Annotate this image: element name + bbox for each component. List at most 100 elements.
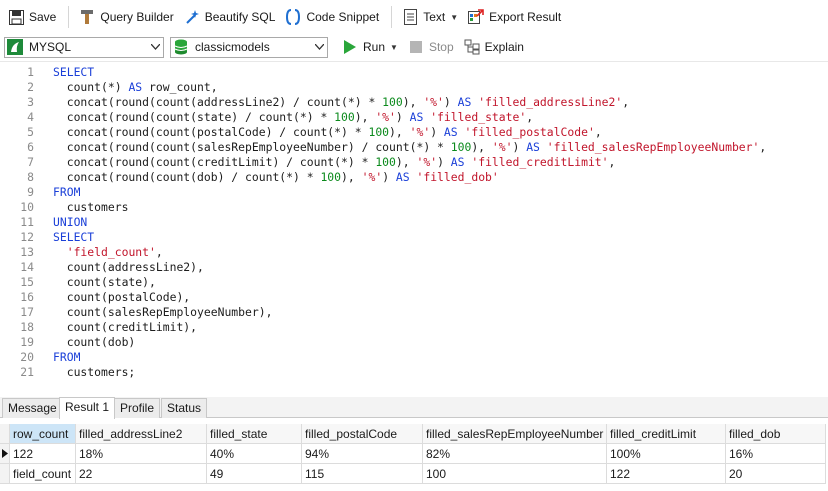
code-snippet-button[interactable]: Code Snippet (281, 4, 383, 30)
table-row[interactable]: field_count 22 49 115 100 122 20 (0, 464, 828, 484)
line-number: 15 (20, 275, 34, 289)
result-tab-bar: Message Result 1 Profile Status (0, 397, 828, 419)
line-number: 21 (20, 365, 34, 379)
magic-wand-icon (184, 9, 200, 25)
column-header[interactable]: filled_postalCode (302, 424, 423, 444)
code-line: count(state), (53, 275, 156, 289)
line-number: 9 (27, 185, 34, 199)
explain-button[interactable]: Explain (460, 34, 528, 60)
result-grid: row_count filled_addressLine2 filled_sta… (0, 419, 828, 491)
line-number: 8 (27, 170, 34, 184)
stop-button[interactable]: Stop (404, 34, 458, 60)
code-line: concat(round(count(creditLimit) / count(… (53, 155, 616, 169)
code-line: SELECT (53, 65, 95, 79)
column-header[interactable]: filled_dob (726, 424, 826, 444)
document-icon (402, 9, 418, 25)
tab-result-1[interactable]: Result 1 (59, 397, 116, 419)
table-cell[interactable]: 16% (726, 444, 826, 464)
text-output-label: Text (423, 10, 446, 24)
export-result-label: Export Result (489, 10, 562, 24)
main-toolbar: Save Query Builder Beautify SQL Code Sni… (0, 0, 828, 34)
line-number: 12 (20, 230, 34, 244)
row-marker (0, 464, 10, 484)
export-result-button[interactable]: Export Result (464, 4, 565, 30)
export-icon (468, 9, 484, 25)
code-line: concat(round(count(dob) / count(*) * 100… (53, 170, 499, 184)
server-value: MYSQL (29, 40, 72, 54)
code-line: count(creditLimit), (53, 320, 198, 334)
chevron-down-icon: ▼ (390, 42, 398, 52)
beautify-sql-button[interactable]: Beautify SQL (180, 4, 280, 30)
explain-icon (464, 39, 480, 55)
line-number: 18 (20, 320, 34, 334)
brackets-icon (285, 9, 301, 25)
table-cell[interactable]: 82% (423, 444, 607, 464)
table-cell[interactable]: 20 (726, 464, 826, 484)
code-line: FROM (53, 350, 81, 364)
database-icon (173, 39, 189, 55)
column-header[interactable]: filled_salesRepEmployeeNumber (423, 424, 607, 444)
connection-toolbar: MYSQL classicmodels Run ▼ Stop Explain (0, 34, 828, 60)
toolbar-divider (391, 6, 393, 28)
code-line: customers (53, 200, 129, 214)
grid-header-row: row_count filled_addressLine2 filled_sta… (0, 424, 828, 444)
query-builder-button[interactable]: Query Builder (75, 4, 177, 30)
code-line: count(postalCode), (53, 290, 191, 304)
column-header[interactable]: filled_creditLimit (607, 424, 726, 444)
line-number: 3 (27, 95, 34, 109)
run-button[interactable]: Run ▼ (338, 34, 402, 60)
line-number: 5 (27, 125, 34, 139)
table-cell[interactable]: 115 (302, 464, 423, 484)
table-cell[interactable]: 40% (207, 444, 302, 464)
table-cell[interactable]: 122 (10, 444, 76, 464)
explain-label: Explain (484, 40, 524, 54)
current-row-arrow-icon (0, 444, 10, 464)
chevron-down-icon: ▼ (450, 12, 459, 22)
query-builder-label: Query Builder (100, 10, 174, 24)
column-header[interactable]: row_count (10, 424, 76, 444)
server-select[interactable]: MYSQL (4, 36, 164, 58)
table-cell[interactable]: 94% (302, 444, 423, 464)
table-row[interactable]: 122 18% 40% 94% 82% 100% 16% (0, 444, 828, 464)
hammer-icon (79, 9, 95, 25)
column-header[interactable]: filled_state (207, 424, 302, 444)
sql-editor[interactable]: 1 2 3 4 5 6 7 8 9 10 11 12 13 14 15 16 17 18 19 20 21 SELECT… (0, 61, 828, 394)
table-cell[interactable]: field_count (10, 464, 76, 484)
line-number: 4 (27, 110, 34, 124)
row-header-corner (0, 424, 10, 444)
column-header[interactable]: filled_addressLine2 (76, 424, 207, 444)
text-output-button[interactable]: Text ▼ (398, 4, 462, 30)
tab-status[interactable]: Status (161, 398, 208, 418)
line-number: 1 (27, 65, 34, 79)
line-number: 13 (20, 245, 34, 259)
table-cell[interactable]: 100 (423, 464, 607, 484)
database-select[interactable]: classicmodels (170, 36, 328, 58)
code-line: concat(round(count(postalCode) / count(*… (53, 125, 602, 139)
code-line: 'field_count', (66, 245, 163, 259)
code-line: FROM (53, 185, 81, 199)
code-line: concat(round(count(salesRepEmployeeNumbe… (53, 140, 767, 154)
code-line: customers; (53, 365, 136, 379)
code-line: count(*) AS row_count, (53, 80, 218, 94)
table-cell[interactable]: 100% (607, 444, 726, 464)
line-number: 17 (20, 305, 34, 319)
line-number: 2 (27, 80, 34, 94)
toolbar-divider (68, 6, 70, 28)
stop-icon (408, 39, 424, 55)
tab-message[interactable]: Message (2, 398, 63, 418)
code-line: concat(round(count(state) / count(*) * 1… (53, 110, 534, 124)
code-line: SELECT (53, 230, 95, 244)
table-cell[interactable]: 122 (607, 464, 726, 484)
table-cell[interactable]: 18% (76, 444, 207, 464)
code-line: concat(round(count(addressLine2) / count… (53, 95, 630, 109)
code-line: count(addressLine2), (53, 260, 204, 274)
save-button[interactable]: Save (4, 4, 60, 30)
stop-label: Stop (428, 40, 454, 54)
database-value: classicmodels (195, 40, 270, 54)
tab-profile[interactable]: Profile (114, 398, 161, 418)
table-cell[interactable]: 49 (207, 464, 302, 484)
table-cell[interactable]: 22 (76, 464, 207, 484)
line-number: 16 (20, 290, 34, 304)
play-icon (342, 39, 358, 55)
mysql-dolphin-icon (7, 39, 23, 55)
